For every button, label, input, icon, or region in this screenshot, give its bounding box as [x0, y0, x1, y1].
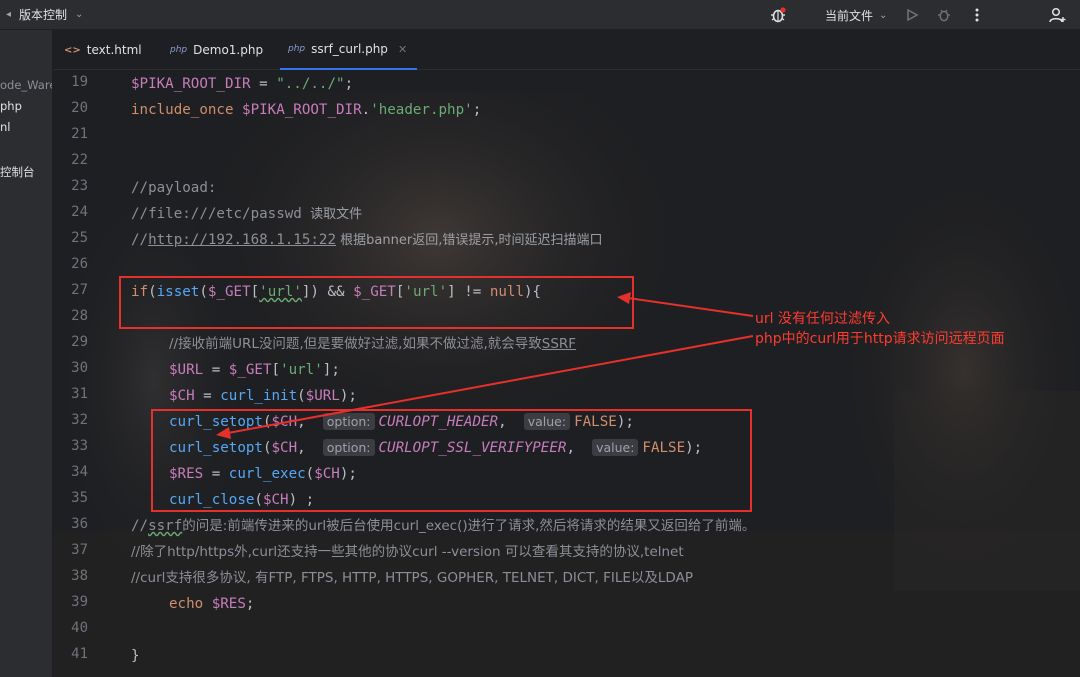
annotation-text: url 没有任何过滤传入 php中的curl用于http请求访问远程页面 [755, 309, 1005, 349]
annotation-line: url 没有任何过滤传入 [755, 311, 890, 327]
annotation-line: php中的curl用于http请求访问远程页面 [755, 331, 1005, 347]
